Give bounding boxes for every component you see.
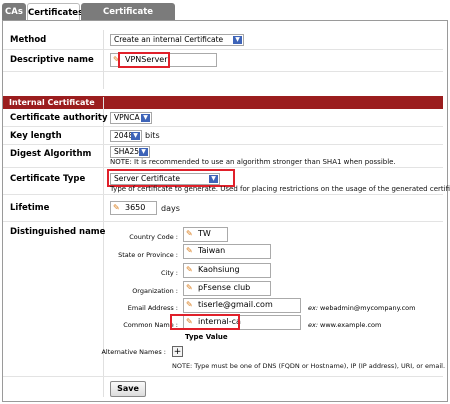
add-alt-name-button[interactable]: +: [172, 346, 183, 357]
method-label: Method: [10, 35, 47, 45]
chevron-down-icon: ▼: [139, 148, 148, 156]
key-length-label: Key length: [10, 131, 62, 141]
city-input[interactable]: ✎ Kaohsiung: [183, 263, 271, 278]
country-code-label: Country Code :: [129, 233, 178, 241]
state-input[interactable]: ✎ Taiwan: [183, 244, 271, 259]
cert-authority-value: VPNCA: [114, 113, 140, 122]
pencil-icon: ✎: [113, 203, 120, 212]
highlight-common-name: [170, 314, 240, 330]
common-name-hint: www.example.com: [320, 321, 382, 329]
method-select[interactable]: Create an internal Certificate ▼: [110, 34, 244, 46]
country-code-value: TW: [198, 229, 211, 238]
organization-label: Organization :: [132, 287, 178, 295]
country-code-input[interactable]: ✎ TW: [183, 227, 228, 242]
digest-select[interactable]: SHA256 ▼: [110, 146, 150, 158]
key-length-row: [3, 127, 443, 145]
lifetime-row: [3, 195, 443, 222]
email-value: tiserle@gmail.com: [198, 300, 273, 309]
city-label: City :: [161, 269, 178, 277]
column-divider: [103, 30, 104, 89]
chevron-down-icon: ▼: [141, 114, 150, 122]
state-label: State or Province :: [118, 251, 178, 259]
lifetime-input[interactable]: ✎ 3650: [110, 201, 157, 215]
tab-certificates[interactable]: Certificates: [27, 3, 83, 21]
lifetime-label: Lifetime: [10, 203, 50, 213]
highlight-descriptive-name: [118, 52, 170, 68]
email-hint: webadmin@mycompany.com: [320, 304, 416, 312]
cert-type-note: Type of certificate to generate. Used fo…: [110, 185, 450, 193]
cert-authority-select[interactable]: VPNCA ▼: [110, 112, 152, 124]
dn-bottom-border: [3, 376, 443, 377]
chevron-down-icon: ▼: [131, 132, 140, 140]
common-name-hint-prefix: ex:: [308, 321, 319, 329]
pencil-icon: ✎: [186, 246, 193, 255]
pencil-icon: ✎: [186, 229, 193, 238]
alt-names-header: Type Value: [185, 333, 228, 341]
key-length-select[interactable]: 2048 ▼: [110, 130, 142, 142]
chevron-down-icon: ▼: [233, 36, 242, 44]
lifetime-unit: days: [161, 204, 180, 213]
cert-type-label: Certificate Type: [10, 174, 86, 184]
method-select-value: Create an internal Certificate: [114, 35, 224, 44]
save-button[interactable]: Save: [110, 381, 146, 397]
section-internal-certificate: Internal Certificate: [3, 96, 443, 109]
digest-label: Digest Algorithm: [10, 149, 92, 159]
dn-label: Distinguished name: [10, 227, 106, 237]
email-input[interactable]: ✎ tiserle@gmail.com: [183, 298, 301, 313]
organization-input[interactable]: ✎ pFsense club: [183, 281, 271, 296]
cert-authority-label: Certificate authority: [10, 113, 108, 123]
pencil-icon: ✎: [186, 300, 193, 309]
alt-names-note: NOTE: Type must be one of DNS (FQDN or H…: [172, 362, 446, 370]
common-name-label: Common Name :: [123, 321, 178, 329]
lifetime-value: 3650: [125, 203, 146, 212]
state-value: Taiwan: [198, 246, 226, 255]
alt-names-label: Alternative Names :: [101, 348, 166, 356]
tab-certificate-revocation[interactable]: Certificate Revocation: [81, 3, 175, 35]
city-value: Kaohsiung: [198, 265, 240, 274]
email-label: Email Address :: [127, 304, 178, 312]
key-length-unit: bits: [145, 131, 160, 140]
descriptive-name-label: Descriptive name: [10, 55, 94, 65]
tab-bar: CAs Certificates Certificate Revocation: [0, 0, 450, 35]
tab-cas[interactable]: CAs: [2, 3, 26, 21]
pencil-icon: ✎: [186, 283, 193, 292]
digest-note: NOTE: It is recommended to use an algori…: [110, 158, 396, 166]
email-hint-prefix: ex:: [308, 304, 319, 312]
organization-value: pFsense club: [198, 283, 251, 292]
pencil-icon: ✎: [186, 265, 193, 274]
